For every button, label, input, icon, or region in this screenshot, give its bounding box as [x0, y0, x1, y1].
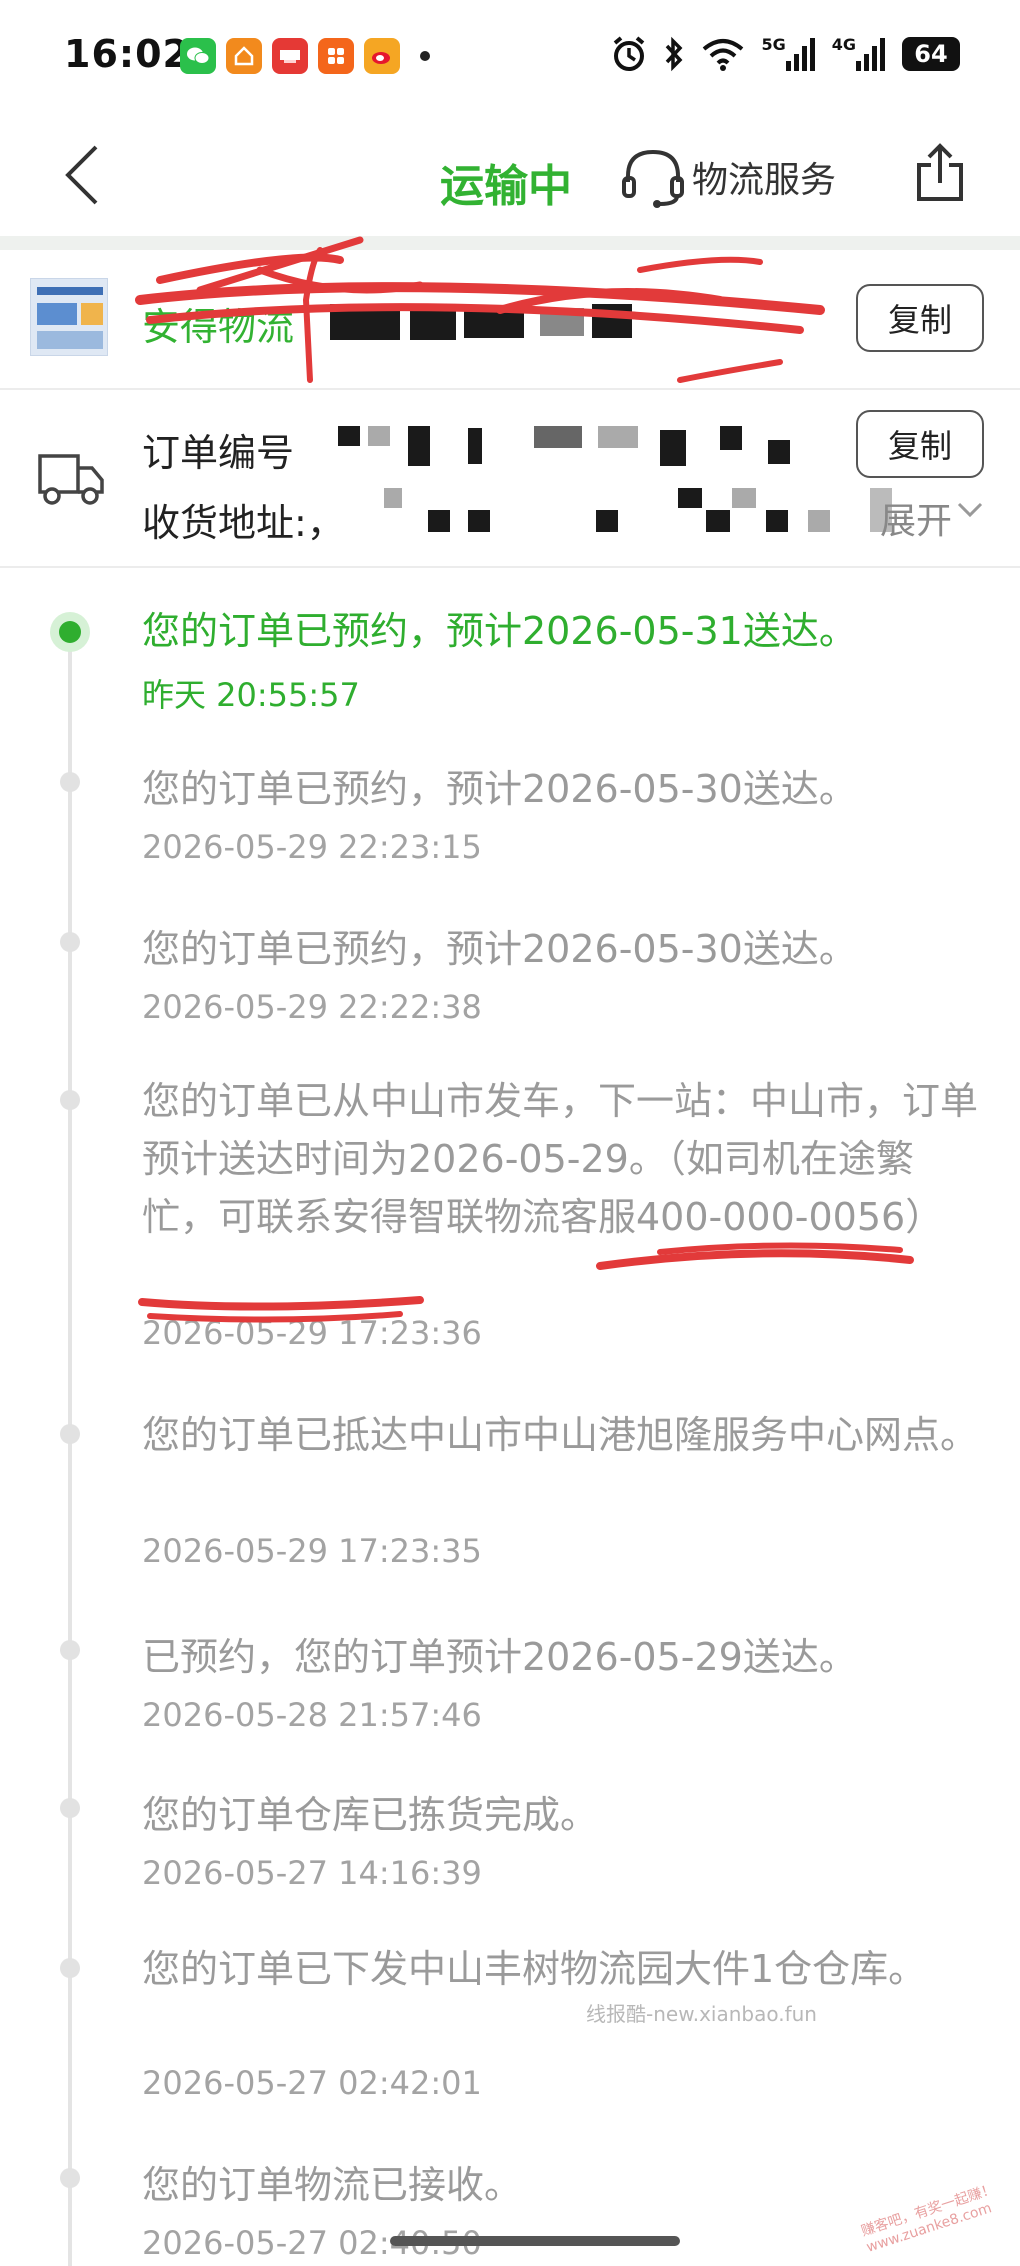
timeline-item-time: 2026-05-28 21:57:46 — [142, 1696, 482, 1734]
chevron-left-icon — [65, 145, 98, 205]
expand-address-link[interactable]: 展开 — [880, 492, 952, 544]
chevron-down-icon[interactable] — [956, 500, 984, 524]
carrier-logo — [30, 278, 108, 356]
timeline-item-text: 您的订单已抵达中山市中山港旭隆服务中心网点。 — [142, 1413, 979, 1457]
more-notifications-dot — [420, 51, 430, 61]
status-time: 16:02 — [64, 32, 190, 76]
timeline-item-time: 2026-05-29 17:23:35 — [142, 1532, 482, 1570]
timeline-item-text: 您的订单已预约，预计2026-05-30送达。 — [142, 767, 857, 811]
timeline-item-text: 您的订单已下发中山丰树物流园大件1仓仓库。 — [142, 1947, 927, 1991]
home-indicator[interactable] — [390, 2236, 680, 2246]
timeline-dot — [60, 772, 80, 792]
wechat-icon — [180, 38, 216, 74]
address-label: 收货地址:， — [142, 501, 345, 545]
timeline-item-time: 2026-05-29 22:23:15 — [142, 828, 482, 866]
bluetooth-icon — [663, 34, 685, 74]
copy-tracking-button[interactable]: 复制 — [856, 284, 984, 352]
headset-icon — [622, 149, 684, 208]
share-button[interactable] — [910, 138, 970, 208]
weibo-icon — [364, 38, 400, 74]
timeline-line — [68, 632, 72, 2266]
grid-app-icon — [318, 38, 354, 74]
copy-order-button[interactable]: 复制 — [856, 410, 984, 478]
timeline-item-text: 您的订单已预约，预计2026-05-31送达。 — [142, 609, 857, 653]
timeline-item-text: 您的订单仓库已拣货完成。 — [142, 1793, 599, 1837]
signal-4g-icon: 4G — [832, 34, 886, 74]
page-title: 运输中 — [440, 161, 572, 212]
timeline-dot-active — [50, 612, 90, 652]
alarm-icon — [611, 34, 647, 74]
signal-5g-icon: 5G — [761, 34, 815, 74]
timeline-item-text: 您的订单已预约，预计2026-05-30送达。 — [142, 927, 857, 971]
network-5g-label: 5G — [761, 34, 786, 54]
notification-app-icons — [180, 38, 430, 74]
network-4g-label: 4G — [831, 34, 856, 54]
timeline-dot — [60, 932, 80, 952]
share-icon — [917, 143, 963, 201]
timeline-item-text: 您的订单物流已接收。 — [142, 2163, 523, 2207]
customer-service-scribble — [138, 1242, 914, 1323]
wifi-icon — [701, 34, 745, 74]
timeline-item-time: 2026-05-29 22:22:38 — [142, 988, 482, 1026]
address-redacted — [378, 488, 892, 534]
status-right-icons: 5G 4G 64 — [611, 34, 960, 74]
battery-indicator: 64 — [902, 37, 960, 71]
timeline-dot — [60, 1640, 80, 1660]
logistics-service-button[interactable]: 物流服务 — [620, 144, 836, 210]
home-app-icon — [226, 38, 262, 74]
back-button[interactable] — [52, 140, 112, 210]
store-app-icon — [272, 38, 308, 74]
order-number-label: 订单编号 — [142, 431, 295, 475]
timeline-dot — [60, 1424, 80, 1444]
timeline-item-text: 已预约，您的订单预计2026-05-29送达。 — [142, 1635, 857, 1679]
timeline-item-time: 2026-05-27 02:42:01 — [142, 2064, 482, 2102]
tracking-number-redacted — [330, 298, 710, 344]
nav-bar: 运输中 物流服务 — [0, 118, 1020, 236]
timeline-dot — [60, 2168, 80, 2188]
carrier-name: 安得物流 — [142, 305, 295, 349]
carrier-row: 安得物流 复制 — [0, 250, 1020, 390]
timeline-item-time: 昨天 20:55:57 — [142, 676, 360, 714]
watermark: 线报酷-new.xianbao.fun — [586, 2002, 817, 2026]
logistics-timeline: 您的订单已预约，预计2026-05-31送达。 昨天 20:55:57 您的订单… — [0, 568, 1020, 2266]
timeline-item-time: 2026-05-27 14:16:39 — [142, 1854, 482, 1892]
order-number-redacted — [338, 422, 808, 468]
timeline-dot — [60, 1798, 80, 1818]
logistics-service-label: 物流服务 — [692, 160, 837, 201]
map-preview-strip — [0, 236, 1020, 250]
truck-icon — [36, 448, 106, 512]
timeline-dot — [60, 1958, 80, 1978]
status-bar: 16:02 5G 4G 64 — [0, 0, 1020, 118]
order-info-row: 订单编号 收货地址:， 展开 复制 — [0, 392, 1020, 568]
